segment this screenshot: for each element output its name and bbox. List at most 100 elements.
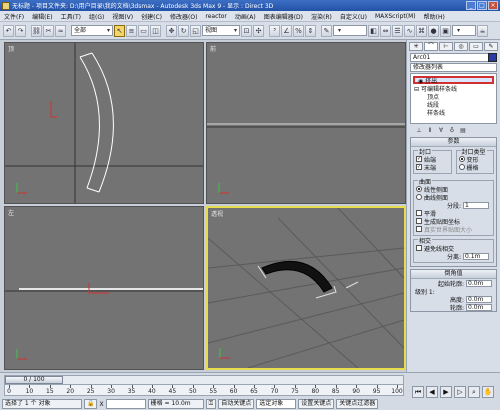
menu-animation[interactable]: 动画(A) — [231, 12, 260, 21]
pivot-center-icon[interactable]: ⊡ — [241, 24, 252, 37]
viewport-left-label[interactable]: 左 — [8, 208, 14, 217]
menu-reactor[interactable]: reactor — [201, 13, 231, 20]
outline-spinner[interactable]: 0.0m — [466, 303, 492, 311]
cap-start-checkbox[interactable]: ✓ — [416, 156, 422, 162]
menu-help[interactable]: 帮助(H) — [420, 12, 449, 21]
cap-end-checkbox[interactable]: ✓ — [416, 164, 422, 170]
height-spinner[interactable]: 0.0m — [466, 295, 492, 303]
time-slider-thumb[interactable]: 0 / 100 — [5, 376, 63, 384]
select-by-name-icon[interactable]: ≡ — [126, 24, 137, 37]
percent-snap-icon[interactable]: % — [293, 24, 304, 37]
stack-subitem-spline[interactable]: 样条线 — [411, 110, 496, 118]
redo-icon[interactable]: ↷ — [15, 24, 26, 37]
stack-subitem-segment[interactable]: 线段 — [411, 102, 496, 110]
tab-create-icon[interactable]: ✳ — [409, 42, 423, 51]
cap-type-grid-radio[interactable] — [458, 164, 465, 170]
avoid-intersect-checkbox[interactable] — [416, 245, 422, 251]
segments-spinner[interactable]: 1 — [463, 201, 489, 209]
object-color-swatch[interactable] — [488, 53, 497, 62]
unlink-icon[interactable]: ✂ — [43, 24, 54, 37]
viewport-top[interactable]: 顶 — [4, 42, 204, 204]
separation-spinner[interactable]: 0.1m — [463, 252, 489, 260]
schematic-view-icon[interactable]: ⌘ — [416, 24, 427, 37]
menu-tools[interactable]: 工具(T) — [57, 12, 85, 21]
minimize-button[interactable]: _ — [466, 1, 476, 10]
named-selection-icon[interactable]: ✎ — [321, 24, 332, 37]
undo-icon[interactable]: ↶ — [3, 24, 14, 37]
gen-mapping-checkbox[interactable] — [416, 218, 422, 224]
snap-toggle-icon[interactable]: ³ — [269, 24, 280, 37]
make-unique-icon[interactable]: ∀ — [437, 127, 445, 134]
menu-rendering[interactable]: 渲染(R) — [307, 12, 336, 21]
tab-motion-icon[interactable]: ◎ — [454, 42, 468, 51]
time-slider[interactable]: 0 / 100 — [4, 375, 404, 385]
lock-selection-icon[interactable]: 🔒 — [84, 399, 98, 409]
reference-coord-select[interactable]: 视图 — [202, 25, 240, 36]
menu-edit[interactable]: 编辑(E) — [28, 12, 56, 21]
angle-snap-icon[interactable]: ∠ — [281, 24, 292, 37]
tab-hierarchy-icon[interactable]: ⊢ — [439, 42, 453, 51]
mirror-icon[interactable]: ◧ — [368, 24, 379, 37]
smooth-checkbox[interactable] — [416, 210, 422, 216]
tab-modify-icon[interactable]: ⌒ — [424, 42, 438, 51]
window-crossing-icon[interactable]: ◫ — [150, 24, 161, 37]
menu-maxscript[interactable]: MAXScript(M) — [371, 13, 420, 20]
maximize-button[interactable]: □ — [477, 1, 487, 10]
cap-type-morph-radio[interactable] — [458, 156, 465, 162]
viewport-top-label[interactable]: 顶 — [8, 44, 14, 53]
menu-views[interactable]: 视图(V) — [108, 12, 137, 21]
real-world-checkbox[interactable] — [416, 226, 422, 232]
spinner-snap-icon[interactable]: ⇕ — [305, 24, 316, 37]
select-move-icon[interactable]: ✥ — [166, 24, 177, 37]
key-icon[interactable]: ⚿ — [205, 399, 217, 409]
curve-editor-icon[interactable]: ∿ — [404, 24, 415, 37]
material-editor-icon[interactable]: ● — [428, 24, 439, 37]
viewport-perspective-label[interactable]: 透视 — [211, 209, 223, 218]
named-selection-sets[interactable] — [333, 25, 367, 36]
menu-modifiers[interactable]: 修改器(O) — [166, 12, 201, 21]
parameters-rollout-header[interactable]: 参数 — [411, 138, 496, 147]
selection-filter-select[interactable]: 全部 — [71, 25, 113, 36]
select-object-icon[interactable]: ↖ — [114, 24, 125, 37]
selected-object-select[interactable]: 选定对象 — [256, 399, 297, 409]
menu-file[interactable]: 文件(F) — [0, 12, 28, 21]
select-manipulate-icon[interactable]: ✣ — [253, 24, 264, 37]
link-icon[interactable]: ⛓ — [31, 24, 42, 37]
stack-subitem-vertex[interactable]: 顶点 — [411, 94, 496, 102]
render-setup-icon[interactable]: ▣ — [440, 24, 451, 37]
menu-group[interactable]: 组(G) — [85, 12, 108, 21]
curved-sides-radio[interactable] — [416, 194, 422, 200]
select-rotate-icon[interactable]: ↻ — [178, 24, 189, 37]
track-bar[interactable]: 0 10 15 20 25 30 35 40 45 50 55 60 65 70 75 80 85 90 95 100 — [4, 385, 404, 396]
bind-space-warp-icon[interactable]: ≈ — [55, 24, 66, 37]
stack-item-edit-spline[interactable]: ⊟ 可编辑样条线 — [411, 86, 496, 94]
menu-create[interactable]: 创建(C) — [137, 12, 166, 21]
menu-customize[interactable]: 自定义(U) — [336, 12, 371, 21]
object-name-field[interactable]: Arc01 — [410, 53, 497, 62]
pin-stack-icon[interactable]: ⊥ — [415, 127, 423, 134]
linear-sides-radio[interactable] — [416, 186, 422, 192]
setkey-button[interactable]: 设置关键点 — [298, 399, 335, 409]
select-scale-icon[interactable]: ◱ — [190, 24, 201, 37]
viewport-front-label[interactable]: 前 — [210, 44, 216, 53]
modifier-list-select[interactable]: 修改器列表 — [410, 63, 497, 72]
viewport-left[interactable]: 左 — [4, 206, 204, 370]
quick-render-icon[interactable]: ☕ — [477, 24, 488, 37]
menu-graph-editors[interactable]: 图表编辑器(D) — [260, 12, 307, 21]
rect-selection-icon[interactable]: ▭ — [138, 24, 149, 37]
autokey-button[interactable]: 自动关键点 — [218, 399, 255, 409]
x-coord-field[interactable] — [105, 399, 146, 409]
show-end-result-icon[interactable]: Ⅱ — [426, 127, 434, 134]
tab-display-icon[interactable]: ▭ — [469, 42, 483, 51]
remove-modifier-icon[interactable]: ♁ — [448, 127, 456, 134]
configure-sets-icon[interactable]: ▤ — [459, 127, 467, 134]
tab-utilities-icon[interactable]: ✎ — [484, 42, 498, 51]
start-outline-spinner[interactable]: 0.0m — [466, 279, 492, 287]
layer-manager-icon[interactable]: ☰ — [392, 24, 403, 37]
viewport-front[interactable]: 前 — [206, 42, 406, 204]
render-type-select[interactable] — [452, 25, 476, 36]
stack-item-extrude[interactable]: ◉ 挤出 — [413, 76, 494, 85]
keyfilter-button[interactable]: 关键点过滤器 — [336, 399, 379, 409]
close-button[interactable]: × — [488, 1, 498, 10]
align-icon[interactable]: ⇔ — [380, 24, 391, 37]
